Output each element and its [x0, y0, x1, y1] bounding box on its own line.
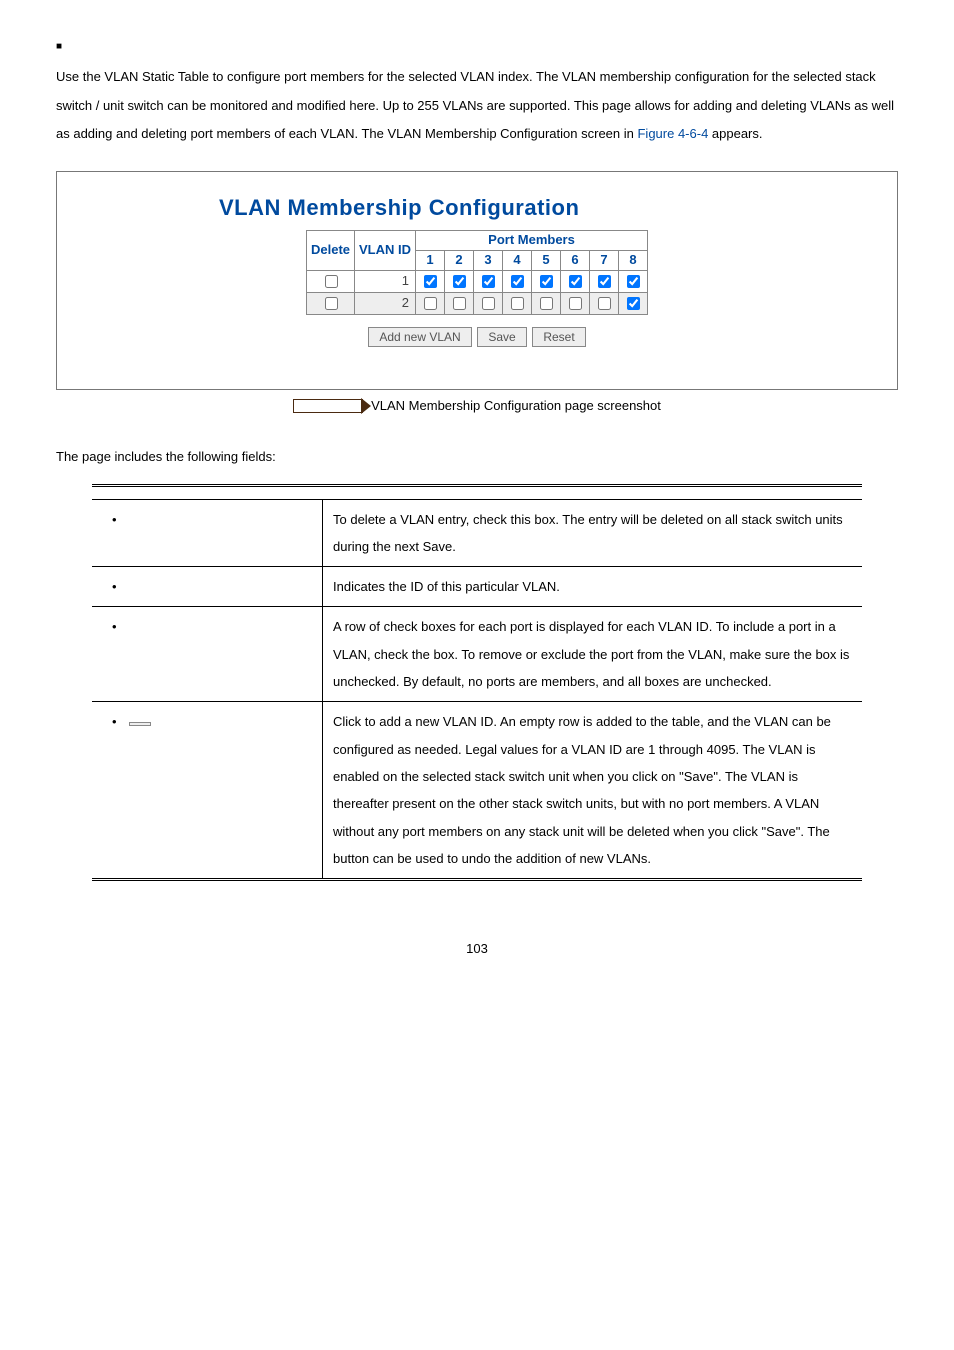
- button-row: Add new VLAN Save Reset: [79, 327, 875, 347]
- field-description: Indicates the ID of this particular VLAN…: [323, 567, 863, 607]
- figure-reference: Figure 4-6-4: [637, 126, 708, 141]
- add-new-vlan-button[interactable]: Add new VLAN: [368, 327, 471, 347]
- save-button[interactable]: Save: [477, 327, 526, 347]
- add-new-vlan-inline-button: [129, 722, 151, 726]
- port-member-checkbox[interactable]: [453, 275, 466, 288]
- table-row: 1: [306, 271, 647, 293]
- field-description: To delete a VLAN entry, check this box. …: [323, 499, 863, 567]
- fields-table: To delete a VLAN entry, check this box. …: [92, 484, 862, 882]
- port-col-3: 3: [474, 251, 503, 271]
- vlan-id-cell: 1: [355, 271, 416, 293]
- col-port-members: Port Members: [416, 231, 648, 251]
- port-col-2: 2: [445, 251, 474, 271]
- port-member-checkbox[interactable]: [569, 275, 582, 288]
- port-member-checkbox[interactable]: [627, 275, 640, 288]
- field-object: [92, 702, 323, 880]
- table-row: Indicates the ID of this particular VLAN…: [92, 567, 862, 607]
- screenshot-box: VLAN Membership Configuration Delete VLA…: [56, 171, 898, 390]
- port-member-checkbox[interactable]: [424, 297, 437, 310]
- intro-paragraph: Use the VLAN Static Table to configure p…: [56, 63, 898, 149]
- table-row: 2: [306, 293, 647, 315]
- port-member-checkbox[interactable]: [598, 275, 611, 288]
- screenshot-caption: VLAN Membership Configuration page scree…: [56, 398, 898, 415]
- fields-intro-text: The page includes the following fields:: [56, 449, 898, 466]
- port-col-5: 5: [532, 251, 561, 271]
- field-description: Click to add a new VLAN ID. An empty row…: [323, 702, 863, 880]
- port-col-4: 4: [503, 251, 532, 271]
- field-object: [92, 499, 323, 567]
- port-col-1: 1: [416, 251, 445, 271]
- page-number: 103: [56, 941, 898, 958]
- port-col-6: 6: [561, 251, 590, 271]
- screenshot-title: VLAN Membership Configuration: [219, 194, 875, 223]
- port-member-checkbox[interactable]: [482, 297, 495, 310]
- col-vlan-id: VLAN ID: [355, 231, 416, 271]
- fields-header-description: [323, 485, 863, 499]
- port-col-8: 8: [619, 251, 648, 271]
- port-member-checkbox[interactable]: [627, 297, 640, 310]
- vlan-membership-table: Delete VLAN ID Port Members 1 2 3 4 5 6 …: [306, 230, 648, 315]
- port-member-checkbox[interactable]: [424, 275, 437, 288]
- field-object: [92, 607, 323, 702]
- intro-text-before: Use the VLAN Static Table to configure p…: [56, 69, 894, 141]
- table-row: To delete a VLAN entry, check this box. …: [92, 499, 862, 567]
- table-row: Click to add a new VLAN ID. An empty row…: [92, 702, 862, 880]
- field-object: [92, 567, 323, 607]
- field-description: A row of check boxes for each port is di…: [323, 607, 863, 702]
- arrow-icon: [293, 399, 363, 413]
- delete-checkbox[interactable]: [325, 275, 338, 288]
- port-member-checkbox[interactable]: [598, 297, 611, 310]
- port-member-checkbox[interactable]: [569, 297, 582, 310]
- vlan-id-cell: 2: [355, 293, 416, 315]
- fields-header-object: [92, 485, 323, 499]
- section-marker: ■: [56, 40, 898, 53]
- table-row: A row of check boxes for each port is di…: [92, 607, 862, 702]
- intro-text-after: appears.: [708, 126, 762, 141]
- port-member-checkbox[interactable]: [453, 297, 466, 310]
- port-member-checkbox[interactable]: [511, 297, 524, 310]
- port-member-checkbox[interactable]: [540, 275, 553, 288]
- port-member-checkbox[interactable]: [540, 297, 553, 310]
- port-member-checkbox[interactable]: [511, 275, 524, 288]
- port-col-7: 7: [590, 251, 619, 271]
- port-member-checkbox[interactable]: [482, 275, 495, 288]
- caption-text: VLAN Membership Configuration page scree…: [371, 398, 661, 413]
- reset-button[interactable]: Reset: [532, 327, 585, 347]
- col-delete: Delete: [306, 231, 354, 271]
- delete-checkbox[interactable]: [325, 297, 338, 310]
